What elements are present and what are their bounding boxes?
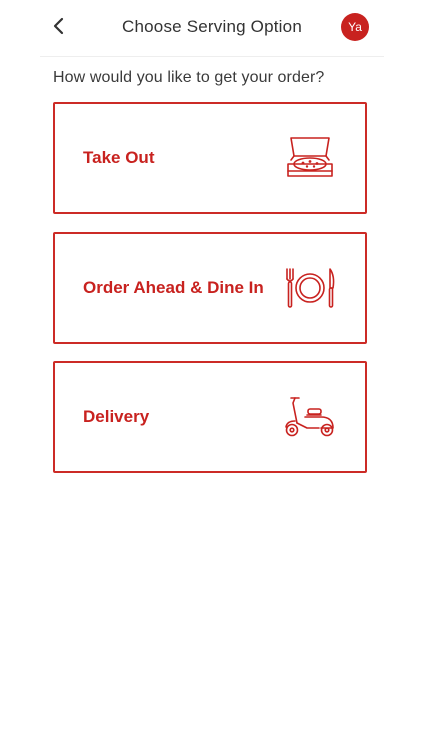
page-title: Choose Serving Option — [122, 17, 302, 36]
take-out-option[interactable]: Take Out — [53, 102, 367, 214]
scooter-icon — [283, 393, 337, 441]
avatar[interactable]: Ya — [341, 13, 369, 41]
header-bar: Choose Serving Option Ya — [40, 0, 384, 57]
serving-prompt: How would you like to get your order? — [53, 69, 325, 86]
order-ahead-dine-in-option[interactable]: Order Ahead & Dine In — [53, 232, 367, 344]
option-label: Take Out — [83, 148, 155, 167]
option-label: Delivery — [83, 407, 150, 426]
option-label: Order Ahead & Dine In — [83, 278, 264, 297]
plate-cutlery-icon — [283, 264, 337, 312]
delivery-option[interactable]: Delivery — [53, 361, 367, 473]
pizza-box-icon — [283, 134, 337, 182]
